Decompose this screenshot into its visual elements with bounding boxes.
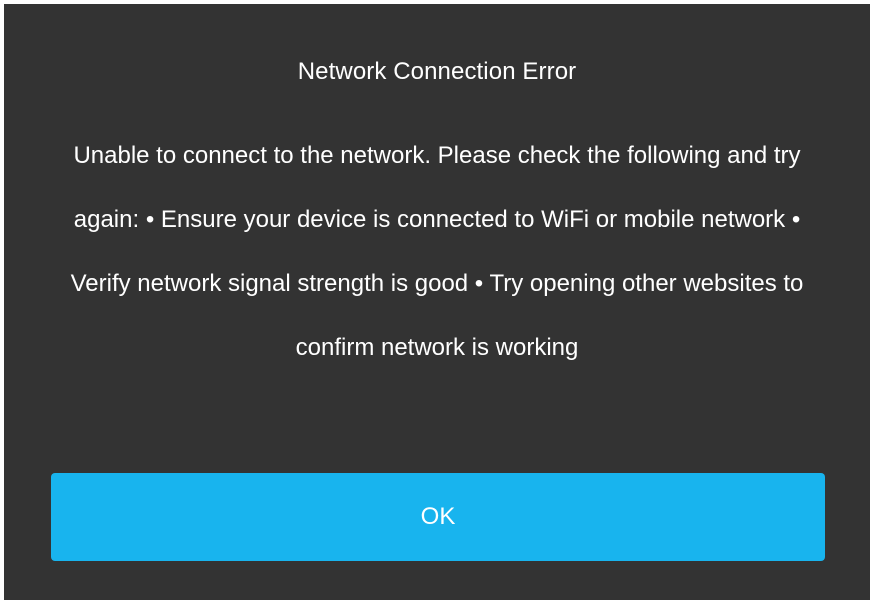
dialog-message: Unable to connect to the network. Please… [70, 142, 804, 361]
dialog-title: Network Connection Error [297, 58, 577, 85]
ok-button[interactable]: OK [51, 473, 825, 561]
error-dialog: Network Connection Error Unable to conne… [4, 4, 870, 600]
